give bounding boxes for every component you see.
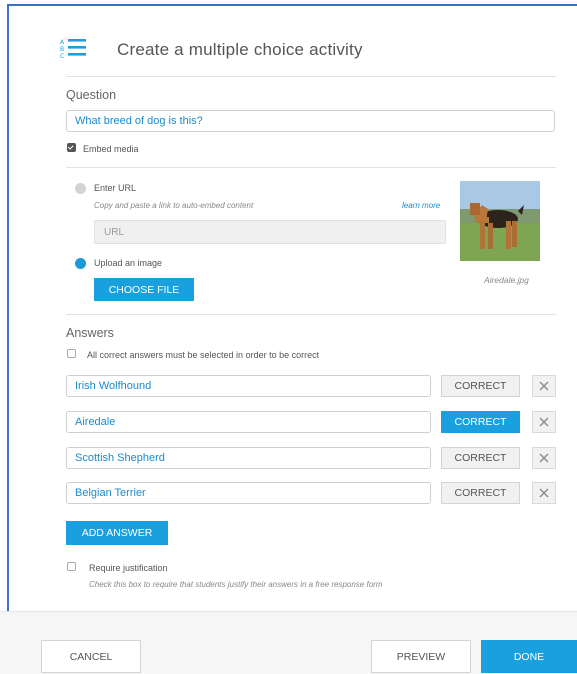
- abc-list-icon: A B C: [60, 39, 86, 60]
- close-icon: [539, 417, 549, 427]
- divider: [66, 314, 556, 315]
- svg-text:B: B: [60, 46, 64, 53]
- require-justification-checkbox[interactable]: [67, 562, 76, 571]
- svg-text:C: C: [60, 53, 64, 60]
- question-input[interactable]: What breed of dog is this?: [66, 110, 555, 132]
- enter-url-radio[interactable]: [75, 183, 86, 194]
- choose-file-button[interactable]: CHOOSE FILE: [94, 278, 194, 301]
- remove-answer-button[interactable]: [532, 482, 556, 504]
- question-label: Question: [66, 88, 117, 102]
- image-filename: Airedale.jpg: [484, 275, 529, 285]
- remove-answer-button[interactable]: [532, 375, 556, 397]
- svg-text:A: A: [60, 39, 65, 46]
- enter-url-label: Enter URL: [94, 183, 137, 193]
- done-button[interactable]: DONE: [481, 640, 577, 673]
- embed-media-label: Embed media: [83, 144, 139, 154]
- upload-image-radio[interactable]: [75, 258, 86, 269]
- answer-input[interactable]: Belgian Terrier: [66, 482, 431, 504]
- answer-input[interactable]: Scottish Shepherd: [66, 447, 431, 469]
- answer-text: Irish Wolfhound: [75, 380, 152, 392]
- answer-text: Airedale: [75, 416, 116, 428]
- answers-label: Answers: [66, 326, 114, 340]
- remove-answer-button[interactable]: [532, 447, 556, 469]
- close-icon: [539, 488, 549, 498]
- divider: [66, 167, 556, 168]
- embed-media-checkbox[interactable]: [67, 143, 76, 152]
- all-correct-checkbox[interactable]: [67, 349, 76, 358]
- all-correct-label: All correct answers must be selected in …: [87, 350, 320, 360]
- close-icon: [539, 381, 549, 391]
- divider: [66, 76, 556, 77]
- page-title: Create a multiple choice activity: [117, 40, 363, 59]
- close-icon: [539, 453, 549, 463]
- answer-input[interactable]: Airedale: [66, 411, 431, 433]
- url-placeholder: URL: [104, 226, 125, 238]
- answer-text: Belgian Terrier: [75, 487, 146, 499]
- learn-more-link[interactable]: learn more: [402, 201, 440, 210]
- upload-image-label: Upload an image: [94, 258, 163, 268]
- answer-input[interactable]: Irish Wolfhound: [66, 375, 431, 397]
- remove-answer-button[interactable]: [532, 411, 556, 433]
- correct-toggle-button[interactable]: CORRECT: [441, 375, 520, 397]
- enter-url-hint: Copy and paste a link to auto-embed cont…: [94, 201, 254, 210]
- require-justification-label: Require justification: [89, 563, 168, 573]
- add-answer-button[interactable]: ADD ANSWER: [66, 521, 168, 545]
- correct-toggle-button[interactable]: CORRECT: [441, 482, 520, 504]
- cancel-button[interactable]: CANCEL: [41, 640, 141, 673]
- airedale-thumbnail: [460, 181, 540, 261]
- url-input[interactable]: URL: [94, 220, 446, 244]
- require-justification-hint: Check this box to require that students …: [89, 580, 383, 589]
- correct-toggle-button[interactable]: CORRECT: [441, 447, 520, 469]
- preview-button[interactable]: PREVIEW: [371, 640, 471, 673]
- question-value: What breed of dog is this?: [75, 115, 203, 127]
- correct-toggle-button[interactable]: CORRECT: [441, 411, 520, 433]
- answer-text: Scottish Shepherd: [75, 452, 165, 464]
